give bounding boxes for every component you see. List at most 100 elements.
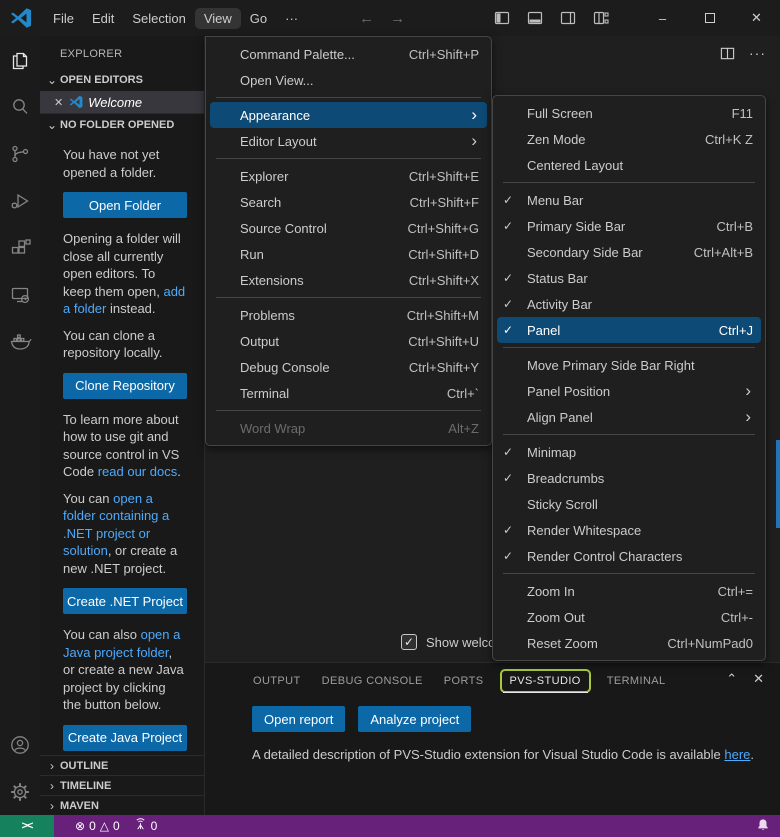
menu-item-secondary-side-bar[interactable]: Secondary Side BarCtrl+Alt+B <box>497 239 761 265</box>
run-debug-icon[interactable] <box>0 177 40 224</box>
toggle-primary-sidebar-icon[interactable] <box>494 10 510 26</box>
open-report-button[interactable]: Open report <box>252 706 345 732</box>
menu-item-command-palette[interactable]: Command Palette...Ctrl+Shift+P <box>210 41 487 67</box>
menu-item-sticky-scroll[interactable]: Sticky Scroll <box>497 491 761 517</box>
panel-tab-output[interactable]: OUTPUT <box>252 672 302 690</box>
create-java-project-button[interactable]: Create Java Project <box>63 725 187 751</box>
ports-indicator[interactable]: 0 <box>127 815 165 837</box>
maximize-button[interactable] <box>686 0 733 36</box>
menu-item-status-bar[interactable]: ✓Status Bar <box>497 265 761 291</box>
menubar-item-edit[interactable]: Edit <box>83 8 123 29</box>
forward-arrow-icon[interactable]: → <box>390 10 405 27</box>
panel-tab-debug-console[interactable]: DEBUG CONSOLE <box>321 672 424 690</box>
menu-item-zoom-out[interactable]: Zoom OutCtrl+- <box>497 604 761 630</box>
menu-item-problems[interactable]: ProblemsCtrl+Shift+M <box>210 302 487 328</box>
menu-item-editor-layout[interactable]: Editor Layout› <box>210 128 487 154</box>
read-our-docs-link[interactable]: read our docs <box>98 464 178 479</box>
close-panel-icon[interactable]: ✕ <box>753 671 764 687</box>
menu-item-explorer[interactable]: ExplorerCtrl+Shift+E <box>210 163 487 189</box>
extensions-icon[interactable] <box>0 224 40 271</box>
menu-item-source-control[interactable]: Source ControlCtrl+Shift+G <box>210 215 487 241</box>
menubar-item-file[interactable]: File <box>44 8 83 29</box>
clone-repository-button[interactable]: Clone Repository <box>63 373 187 399</box>
remote-indicator[interactable]: >< <box>0 815 54 837</box>
activity-bar <box>0 36 40 815</box>
outline-section[interactable]: › OUTLINE <box>40 755 204 775</box>
settings-gear-icon[interactable] <box>0 768 40 815</box>
create-dotnet-project-button[interactable]: Create .NET Project <box>63 588 187 614</box>
open-folder-button[interactable]: Open Folder <box>63 192 187 218</box>
customize-layout-icon[interactable] <box>593 10 609 26</box>
toggle-panel-icon[interactable] <box>527 10 543 26</box>
menu-item-activity-bar[interactable]: ✓Activity Bar <box>497 291 761 317</box>
timeline-section[interactable]: › TIMELINE <box>40 775 204 795</box>
menu-item-panel[interactable]: ✓PanelCtrl+J <box>497 317 761 343</box>
panel-actions: ⌃ ✕ <box>726 671 764 687</box>
menu-item-full-screen[interactable]: Full ScreenF11 <box>497 100 761 126</box>
menu-item-zen-mode[interactable]: Zen ModeCtrl+K Z <box>497 126 761 152</box>
menu-item-move-primary-side-bar-right[interactable]: Move Primary Side Bar Right <box>497 352 761 378</box>
menu-item-output[interactable]: OutputCtrl+Shift+U <box>210 328 487 354</box>
checkbox-checked-icon[interactable]: ✓ <box>401 634 417 650</box>
menu-item-terminal[interactable]: TerminalCtrl+` <box>210 380 487 406</box>
maven-section[interactable]: › MAVEN <box>40 795 204 815</box>
docker-icon[interactable] <box>0 318 40 365</box>
menu-item-shortcut: Ctrl+Alt+B <box>694 245 753 260</box>
notifications[interactable] <box>756 818 780 835</box>
menu-item-render-control-characters[interactable]: ✓Render Control Characters <box>497 543 761 569</box>
open-editor-welcome-item[interactable]: ✕ Welcome <box>40 91 204 113</box>
scrollbar-decoration[interactable] <box>776 440 780 528</box>
menu-item-search[interactable]: SearchCtrl+Shift+F <box>210 189 487 215</box>
menu-item-render-whitespace[interactable]: ✓Render Whitespace <box>497 517 761 543</box>
split-editor-icon[interactable] <box>720 46 735 61</box>
more-actions-icon[interactable]: ··· <box>749 45 766 61</box>
search-icon[interactable] <box>0 83 40 130</box>
text: You can <box>63 491 113 506</box>
menubar-item-selection[interactable]: Selection <box>123 8 194 29</box>
menu-item-zoom-in[interactable]: Zoom InCtrl+= <box>497 578 761 604</box>
explorer-icon[interactable] <box>0 36 40 83</box>
menubar-item-go[interactable]: Go <box>241 8 276 29</box>
minimize-button[interactable]: – <box>639 0 686 36</box>
panel-tab-pvs-studio[interactable]: PVS-STUDIO <box>500 669 591 693</box>
problems-indicator[interactable]: ⊗ 0 △ 0 <box>68 815 127 837</box>
menu-item-panel-position[interactable]: Panel Position› <box>497 378 761 404</box>
menu-item-align-panel[interactable]: Align Panel› <box>497 404 761 430</box>
menu-item-extensions[interactable]: ExtensionsCtrl+Shift+X <box>210 267 487 293</box>
collapse-panel-icon[interactable]: ⌃ <box>726 671 737 687</box>
source-control-icon[interactable] <box>0 130 40 177</box>
menu-item-menu-bar[interactable]: ✓Menu Bar <box>497 187 761 213</box>
accounts-icon[interactable] <box>0 721 40 768</box>
no-folder-opened-header[interactable]: ⌄ NO FOLDER OPENED <box>40 113 204 135</box>
menu-item-open-view[interactable]: Open View... <box>210 67 487 93</box>
ports-count: 0 <box>151 819 158 833</box>
menubar-item-[interactable]: ··· <box>276 8 307 29</box>
menu-item-centered-layout[interactable]: Centered Layout <box>497 152 761 178</box>
here-link[interactable]: here <box>724 747 750 762</box>
paragraph: You can also open a Java project folder,… <box>63 626 187 714</box>
menu-item-debug-console[interactable]: Debug ConsoleCtrl+Shift+Y <box>210 354 487 380</box>
menubar-item-view[interactable]: View <box>195 8 241 29</box>
panel-tab-terminal[interactable]: TERMINAL <box>606 672 667 690</box>
menu-item-label: Full Screen <box>527 106 704 121</box>
close-editor-icon[interactable]: ✕ <box>54 96 63 109</box>
menu-item-run[interactable]: RunCtrl+Shift+D <box>210 241 487 267</box>
menu-divider <box>503 573 755 574</box>
toggle-secondary-sidebar-icon[interactable] <box>560 10 576 26</box>
remote-explorer-icon[interactable] <box>0 271 40 318</box>
menu-item-breadcrumbs[interactable]: ✓Breadcrumbs <box>497 465 761 491</box>
menu-item-primary-side-bar[interactable]: ✓Primary Side BarCtrl+B <box>497 213 761 239</box>
menu-divider <box>503 347 755 348</box>
open-editors-header[interactable]: ⌄ OPEN EDITORS <box>40 69 204 91</box>
back-arrow-icon[interactable]: ← <box>359 10 374 27</box>
menu-item-appearance[interactable]: Appearance› <box>210 102 487 128</box>
menu-item-reset-zoom[interactable]: Reset ZoomCtrl+NumPad0 <box>497 630 761 656</box>
analyze-project-button[interactable]: Analyze project <box>358 706 471 732</box>
panel-tab-ports[interactable]: PORTS <box>443 672 485 690</box>
close-button[interactable]: ✕ <box>733 0 780 36</box>
menu-item-shortcut: Ctrl+Shift+M <box>407 308 479 323</box>
text: You can also <box>63 627 141 642</box>
menu-divider <box>503 182 755 183</box>
menu-item-minimap[interactable]: ✓Minimap <box>497 439 761 465</box>
menu-item-word-wrap[interactable]: Word WrapAlt+Z <box>210 415 487 441</box>
